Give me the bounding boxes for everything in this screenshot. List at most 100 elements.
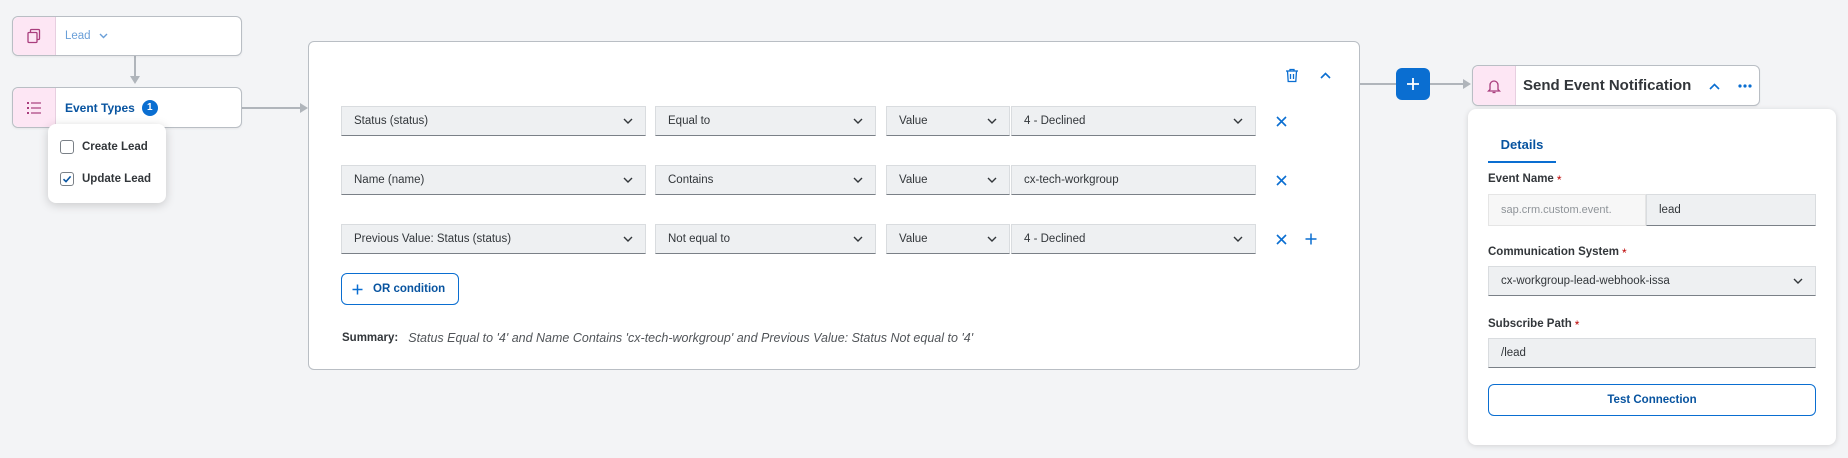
condition-value-input[interactable]: cx-tech-workgroup	[1011, 165, 1256, 195]
condition-field-select[interactable]: Name (name)	[341, 165, 646, 195]
tab-details[interactable]: Details	[1488, 127, 1556, 163]
condition-field-value: Name (name)	[354, 174, 425, 186]
event-name-prefix: sap.crm.custom.event.	[1488, 194, 1646, 226]
condition-value-value: 4 - Declined	[1024, 115, 1086, 127]
more-options-button[interactable]	[1735, 76, 1755, 96]
chevron-down-icon	[99, 33, 108, 39]
condition-operator-value: Not equal to	[668, 233, 731, 245]
or-condition-button[interactable]: OR condition	[341, 273, 459, 305]
test-connection-button[interactable]: Test Connection	[1488, 384, 1816, 416]
condition-value-type-select[interactable]: Value	[886, 224, 1010, 254]
condition-value-type-value: Value	[899, 115, 928, 127]
condition-value-select[interactable]: 4 - Declined	[1011, 106, 1256, 136]
test-connection-label: Test Connection	[1607, 394, 1697, 406]
chevron-down-icon	[853, 118, 863, 124]
condition-operator-select[interactable]: Contains	[655, 165, 876, 195]
plus-icon	[1407, 78, 1419, 90]
subscribe-path-input[interactable]: /lead	[1488, 338, 1816, 368]
add-step-button[interactable]	[1396, 68, 1430, 100]
add-condition-button[interactable]	[1301, 229, 1321, 249]
communication-system-label: Communication System *	[1488, 246, 1627, 260]
close-icon	[1275, 115, 1287, 127]
condition-panel	[308, 41, 1360, 370]
event-types-count-badge: 1	[141, 99, 158, 116]
send-event-notification-node[interactable]: Send Event Notification	[1472, 65, 1760, 106]
connector-arrowhead	[300, 103, 308, 113]
trash-icon	[1286, 68, 1298, 82]
checkmark-icon	[62, 175, 72, 183]
create-lead-checkbox[interactable]	[60, 140, 74, 154]
collapse-button[interactable]	[1704, 76, 1724, 96]
event-types-popover: Create Lead Update Lead	[48, 124, 166, 203]
event-name-label-text: Event Name	[1488, 173, 1554, 185]
summary-text: Status Equal to '4' and Name Contains 'c…	[408, 331, 974, 345]
communication-system-value: cx-workgroup-lead-webhook-issa	[1501, 275, 1670, 287]
bell-icon	[1473, 66, 1516, 105]
chevron-down-icon	[987, 236, 997, 242]
condition-field-select[interactable]: Previous Value: Status (status)	[341, 224, 646, 254]
condition-value-type-value: Value	[899, 233, 928, 245]
create-lead-option[interactable]: Create Lead	[60, 140, 148, 154]
remove-condition-button[interactable]	[1271, 170, 1291, 190]
condition-operator-value: Contains	[668, 174, 714, 186]
required-mark: *	[1622, 246, 1627, 260]
summary-label: Summary:	[342, 332, 399, 344]
communication-system-select[interactable]: cx-workgroup-lead-webhook-issa	[1488, 266, 1816, 296]
notification-title: Send Event Notification	[1523, 77, 1692, 94]
more-horizontal-icon	[1738, 84, 1752, 88]
connector-lead-to-event-types	[134, 56, 136, 76]
condition-value-type-value: Value	[899, 174, 928, 186]
condition-field-select[interactable]: Status (status)	[341, 106, 646, 136]
copy-icon	[13, 17, 56, 55]
condition-field-value: Previous Value: Status (status)	[354, 233, 512, 245]
update-lead-checkbox[interactable]	[60, 172, 74, 186]
lead-node[interactable]: Lead	[12, 16, 242, 56]
chevron-down-icon	[1233, 118, 1243, 124]
chevron-down-icon	[623, 118, 633, 124]
condition-value-type-select[interactable]: Value	[886, 106, 1010, 136]
event-name-value: lead	[1659, 204, 1681, 216]
condition-value-value: 4 - Declined	[1024, 233, 1086, 245]
event-types-node[interactable]: Event Types 1	[12, 87, 242, 128]
chevron-down-icon	[987, 177, 997, 183]
condition-operator-select[interactable]: Equal to	[655, 106, 876, 136]
event-name-input[interactable]: lead	[1646, 194, 1816, 226]
collapse-button[interactable]	[1315, 65, 1335, 85]
event-types-label: Event Types	[65, 100, 135, 115]
chevron-down-icon	[623, 236, 633, 242]
list-icon	[13, 88, 56, 127]
tab-details-label: Details	[1500, 136, 1544, 152]
chevron-down-icon	[987, 118, 997, 124]
condition-field-value: Status (status)	[354, 115, 429, 127]
chevron-down-icon	[1233, 236, 1243, 242]
lead-dropdown[interactable]: Lead	[65, 17, 108, 55]
condition-operator-select[interactable]: Not equal to	[655, 224, 876, 254]
remove-condition-button[interactable]	[1271, 111, 1291, 131]
close-icon	[1275, 174, 1287, 186]
required-mark: *	[1556, 173, 1562, 187]
condition-summary: Summary: Status Equal to '4' and Name Co…	[342, 331, 973, 345]
chevron-up-icon	[1708, 82, 1720, 90]
details-panel: Details Event Name * sap.crm.custom.even…	[1468, 109, 1836, 445]
chevron-down-icon	[853, 177, 863, 183]
connector-event-types-to-conditions	[242, 107, 300, 109]
update-lead-option[interactable]: Update Lead	[60, 172, 151, 186]
connector-conditions-to-add	[1360, 83, 1396, 85]
remove-condition-button[interactable]	[1271, 229, 1291, 249]
plus-icon	[352, 284, 363, 294]
connector-arrowhead	[1463, 79, 1471, 89]
delete-button[interactable]	[1282, 65, 1302, 85]
chevron-down-icon	[1793, 278, 1803, 284]
condition-value-select[interactable]: 4 - Declined	[1011, 224, 1256, 254]
connector-add-to-notification	[1430, 83, 1463, 85]
condition-value-type-select[interactable]: Value	[886, 165, 1010, 195]
subscribe-path-label-text: Subscribe Path	[1488, 318, 1572, 330]
connector-arrowhead	[130, 76, 140, 84]
update-lead-label: Update Lead	[82, 173, 152, 185]
subscribe-path-value: /lead	[1501, 347, 1526, 359]
create-lead-label: Create Lead	[82, 141, 148, 153]
chevron-up-icon	[1319, 71, 1331, 79]
close-icon	[1275, 233, 1287, 245]
event-name-label: Event Name *	[1488, 173, 1562, 187]
required-mark: *	[1574, 318, 1580, 332]
